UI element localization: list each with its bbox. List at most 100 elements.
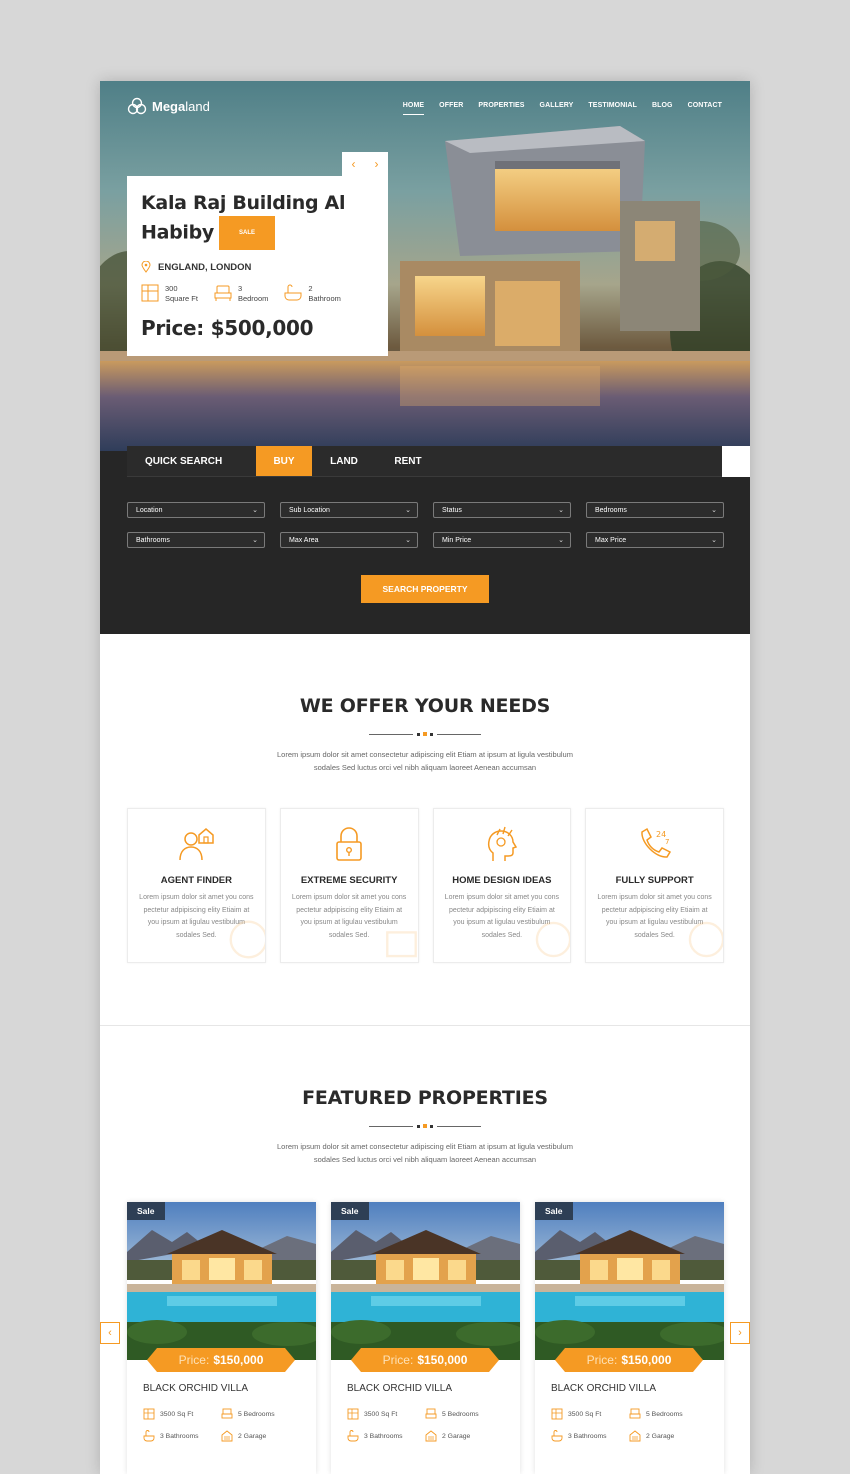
select-status[interactable]: Status ⌄	[433, 502, 571, 518]
bed-icon	[214, 285, 232, 301]
price-ribbon: Price: $150,000	[351, 1348, 499, 1372]
brand-logo[interactable]: Megaland	[127, 97, 210, 115]
chevron-down-icon: ⌄	[405, 507, 411, 514]
property-card[interactable]: Sale Price: $150,000 BLACK ORCHID VILLA 3…	[127, 1202, 316, 1474]
idea-head-icon	[487, 826, 517, 861]
sale-badge: Sale	[535, 1202, 573, 1220]
property-specs: 3500 Sq Ft 5 Bedrooms 3 Bathrooms 2 Gara…	[347, 1408, 515, 1442]
shrub	[127, 1320, 187, 1344]
price-ribbon: Price: $150,000	[147, 1348, 295, 1372]
property-specs: 3500 Sq Ft 5 Bedrooms 3 Bathrooms 2 Gara…	[551, 1408, 719, 1442]
svg-text:7: 7	[665, 838, 669, 846]
feature-extreme-security[interactable]: EXTREME SECURITY Lorem ipsum dolor sit a…	[279, 808, 419, 963]
select-bedrooms[interactable]: Bedrooms ⌄	[586, 502, 724, 518]
spec-area: 3500 Sq Ft	[551, 1408, 629, 1420]
select-bathrooms[interactable]: Bathrooms ⌄	[127, 532, 265, 548]
bath-icon	[551, 1430, 563, 1442]
chevron-right-icon[interactable]: ›	[365, 152, 388, 176]
property-title: Kala Raj Building Al Habiby SALE	[141, 190, 374, 250]
property-image[interactable]: Sale	[535, 1202, 724, 1360]
section-divider-line	[100, 1025, 750, 1026]
spec-bedrooms-text: 5 Bedrooms	[238, 1410, 275, 1418]
property-specs: 3500 Sq Ft 5 Bedrooms 3 Bathrooms 2 Gara…	[143, 1408, 311, 1442]
feature-agent-finder[interactable]: AGENT FINDER Lorem ipsum dolor sit amet …	[127, 808, 266, 963]
property-image[interactable]: Sale	[331, 1202, 520, 1360]
select-bedrooms-value: Bedrooms	[595, 506, 627, 514]
agent-icon	[179, 828, 215, 861]
villa-window	[617, 1258, 643, 1280]
property-name[interactable]: BLACK ORCHID VILLA	[143, 1383, 248, 1394]
shrub	[535, 1320, 595, 1344]
support-24-7-icon: 24 7	[640, 827, 671, 858]
tab-quick-search[interactable]: QUICK SEARCH	[127, 446, 256, 476]
tab-land[interactable]: LAND	[312, 446, 376, 476]
bed-icon	[425, 1408, 437, 1419]
spec-bathrooms: 3 Bathrooms	[143, 1430, 221, 1442]
property-name[interactable]: BLACK ORCHID VILLA	[551, 1383, 656, 1394]
property-card[interactable]: Sale Price: $150,000 BLACK ORCHID VILLA 3…	[535, 1202, 724, 1474]
pool-reflection	[371, 1296, 481, 1306]
offer-description: Lorem ipsum dolor sit amet consectetur a…	[225, 748, 625, 774]
area-icon	[551, 1408, 563, 1420]
offer-description-line: Lorem ipsum dolor sit amet consectetur a…	[277, 750, 573, 759]
feature-title: EXTREME SECURITY	[300, 875, 398, 886]
feature-fully-support[interactable]: 24 7 FULLY SUPPORT Lorem ipsum dolor sit…	[585, 808, 724, 963]
property-price: Price: $500,000	[141, 316, 314, 340]
spec-bedrooms-text: 5 Bedrooms	[442, 1410, 479, 1418]
map-pin-icon	[141, 261, 151, 273]
feature-home-design-ideas[interactable]: HOME DESIGN IDEAS Lorem ipsum dolor sit …	[432, 808, 572, 963]
nav-offer[interactable]: OFFER	[439, 102, 463, 115]
bed-icon	[629, 1408, 641, 1419]
select-location[interactable]: Location ⌄	[127, 502, 265, 518]
pool-reflection	[575, 1296, 685, 1306]
property-card[interactable]: Sale Price: $150,000 BLACK ORCHID VILLA 3…	[331, 1202, 520, 1474]
property-image[interactable]: Sale	[127, 1202, 316, 1360]
select-min-price[interactable]: Min Price ⌄	[433, 532, 571, 548]
feature-title: HOME DESIGN IDEAS	[452, 875, 552, 886]
carousel-next-button[interactable]: ›	[730, 1322, 750, 1344]
chevron-down-icon: ⌄	[558, 537, 564, 544]
spec-bathrooms-text: 3 Bathrooms	[568, 1432, 607, 1440]
spec-bathroom-value: 2	[308, 284, 313, 293]
nav-blog[interactable]: BLOG	[652, 102, 673, 115]
spec-bathrooms: 3 Bathrooms	[347, 1430, 425, 1442]
spec-area: 3500 Sq Ft	[143, 1408, 221, 1420]
spec-area-unit: Square Ft	[165, 294, 198, 303]
carousel-prev-button[interactable]: ‹	[100, 1322, 120, 1344]
select-sub-location[interactable]: Sub Location ⌄	[280, 502, 418, 518]
chevron-left-icon[interactable]: ‹	[342, 152, 365, 176]
featured-description-line: sodales Sed luctus orci vel nibh aliquam…	[313, 1155, 537, 1164]
select-max-price[interactable]: Max Price ⌄	[586, 532, 724, 548]
spec-bathrooms-text: 3 Bathrooms	[160, 1432, 199, 1440]
select-max-area[interactable]: Max Area ⌄	[280, 532, 418, 548]
nav-testimonial[interactable]: TESTIMONIAL	[588, 102, 637, 115]
spec-bathrooms-text: 3 Bathrooms	[364, 1432, 403, 1440]
area-icon	[143, 1408, 155, 1420]
agent-watermark-icon	[229, 920, 265, 959]
area-icon	[347, 1408, 359, 1420]
spec-garage: 2 Garage	[629, 1430, 719, 1442]
support-watermark-icon	[688, 921, 724, 958]
search-property-button[interactable]: SEARCH PROPERTY	[361, 575, 489, 603]
spec-area-text: 3500 Sq Ft	[568, 1410, 602, 1418]
brand-name: Megaland	[152, 98, 210, 114]
villa-photo	[127, 1202, 316, 1360]
pool-deck	[535, 1284, 724, 1292]
chevron-down-icon: ⌄	[405, 537, 411, 544]
villa-window	[182, 1260, 200, 1280]
villa-window	[413, 1258, 439, 1280]
price-value: $150,000	[213, 1353, 264, 1367]
nav-gallery[interactable]: GALLERY	[540, 102, 574, 115]
nav-home[interactable]: HOME	[402, 102, 425, 115]
tab-rent[interactable]: RENT	[376, 446, 440, 476]
tab-buy[interactable]: BUY	[256, 446, 312, 476]
featured-property-card: Kala Raj Building Al Habiby SALE ENGLAND,…	[127, 176, 388, 356]
select-status-value: Status	[442, 506, 462, 514]
spec-bedroom: 3 Bedroom	[214, 284, 268, 304]
property-name[interactable]: BLACK ORCHID VILLA	[347, 1383, 452, 1394]
nav-properties[interactable]: PROPERTIES	[478, 102, 524, 115]
nav-contact[interactable]: CONTACT	[688, 102, 722, 115]
spec-bedrooms-text: 5 Bedrooms	[646, 1410, 683, 1418]
villa-window	[386, 1260, 404, 1280]
offer-divider	[369, 731, 481, 737]
